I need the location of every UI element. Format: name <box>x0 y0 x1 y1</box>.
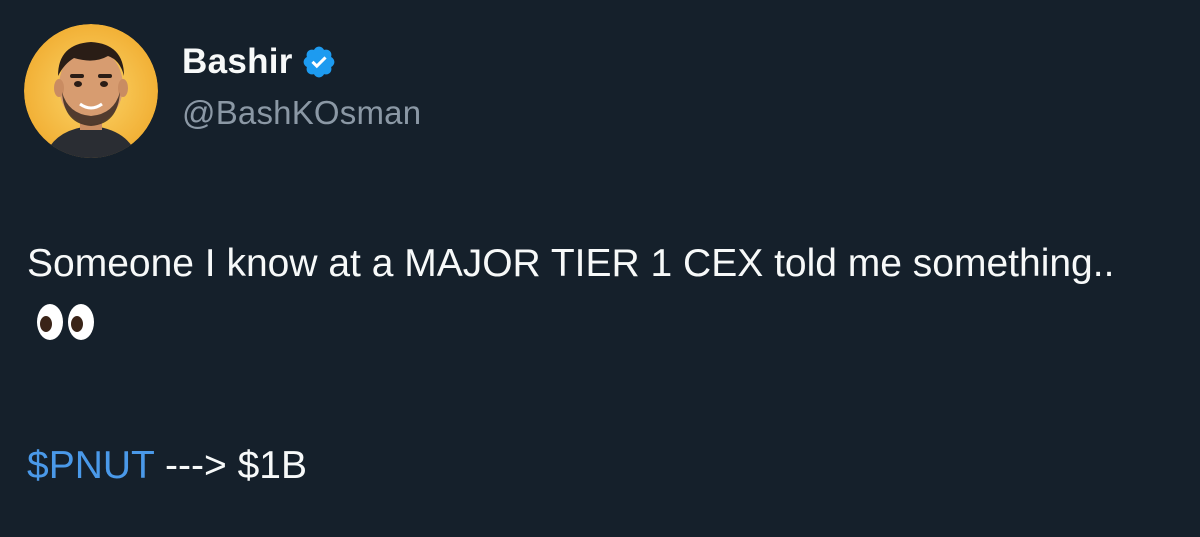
avatar-illustration <box>24 24 158 158</box>
tweet-text: Someone I know at a MAJOR TIER 1 CEX tol… <box>27 234 1177 354</box>
display-name[interactable]: Bashir <box>182 42 293 82</box>
author-handle[interactable]: @BashKOsman <box>182 94 421 132</box>
ticker-line: $PNUT ---> $1B <box>27 436 307 496</box>
avatar[interactable] <box>24 24 158 158</box>
eyes-emoji-icon <box>35 300 97 340</box>
cashtag-link[interactable]: $PNUT <box>27 444 154 487</box>
tweet-body: Someone I know at a MAJOR TIER 1 CEX tol… <box>27 242 1115 285</box>
tweet-card: Bashir @BashKOsman Someone I know at a M… <box>0 0 1200 537</box>
verified-badge-icon <box>301 44 337 80</box>
author-name-row[interactable]: Bashir <box>182 40 337 84</box>
price-target-text: ---> $1B <box>154 444 307 487</box>
